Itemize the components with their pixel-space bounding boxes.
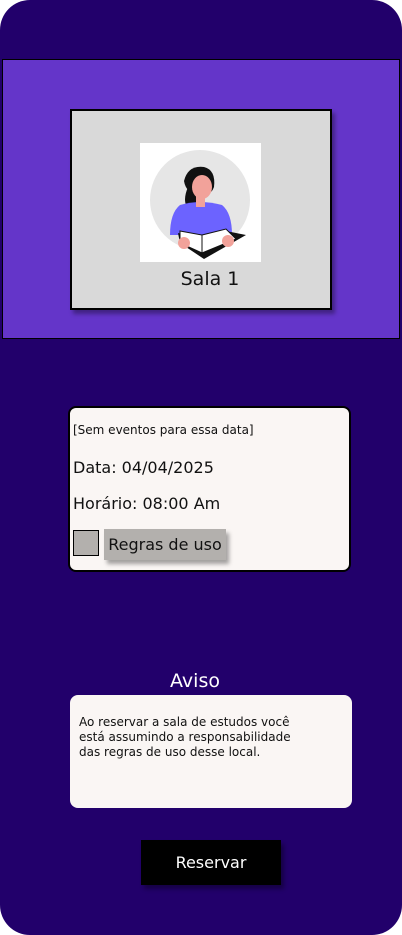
reservation-screen: Sala 1 [Sem eventos para essa data] Data…: [0, 0, 402, 935]
person-reading-book-icon: [140, 143, 261, 262]
room-name: Sala 1: [180, 268, 240, 290]
rules-button[interactable]: Regras de uso: [104, 529, 226, 560]
rules-checkbox[interactable]: [73, 530, 99, 556]
booking-time: Horário: 08:00 Am: [73, 494, 221, 513]
no-events-text: [Sem eventos para essa data]: [73, 423, 254, 437]
notice-title: Aviso: [170, 670, 220, 692]
reserve-button[interactable]: Reservar: [141, 840, 281, 885]
notice-text: Ao reservar a sala de estudos você está …: [79, 715, 291, 759]
booking-date: Data: 04/04/2025: [73, 458, 214, 477]
notice-box: Ao reservar a sala de estudos você está …: [70, 695, 352, 808]
